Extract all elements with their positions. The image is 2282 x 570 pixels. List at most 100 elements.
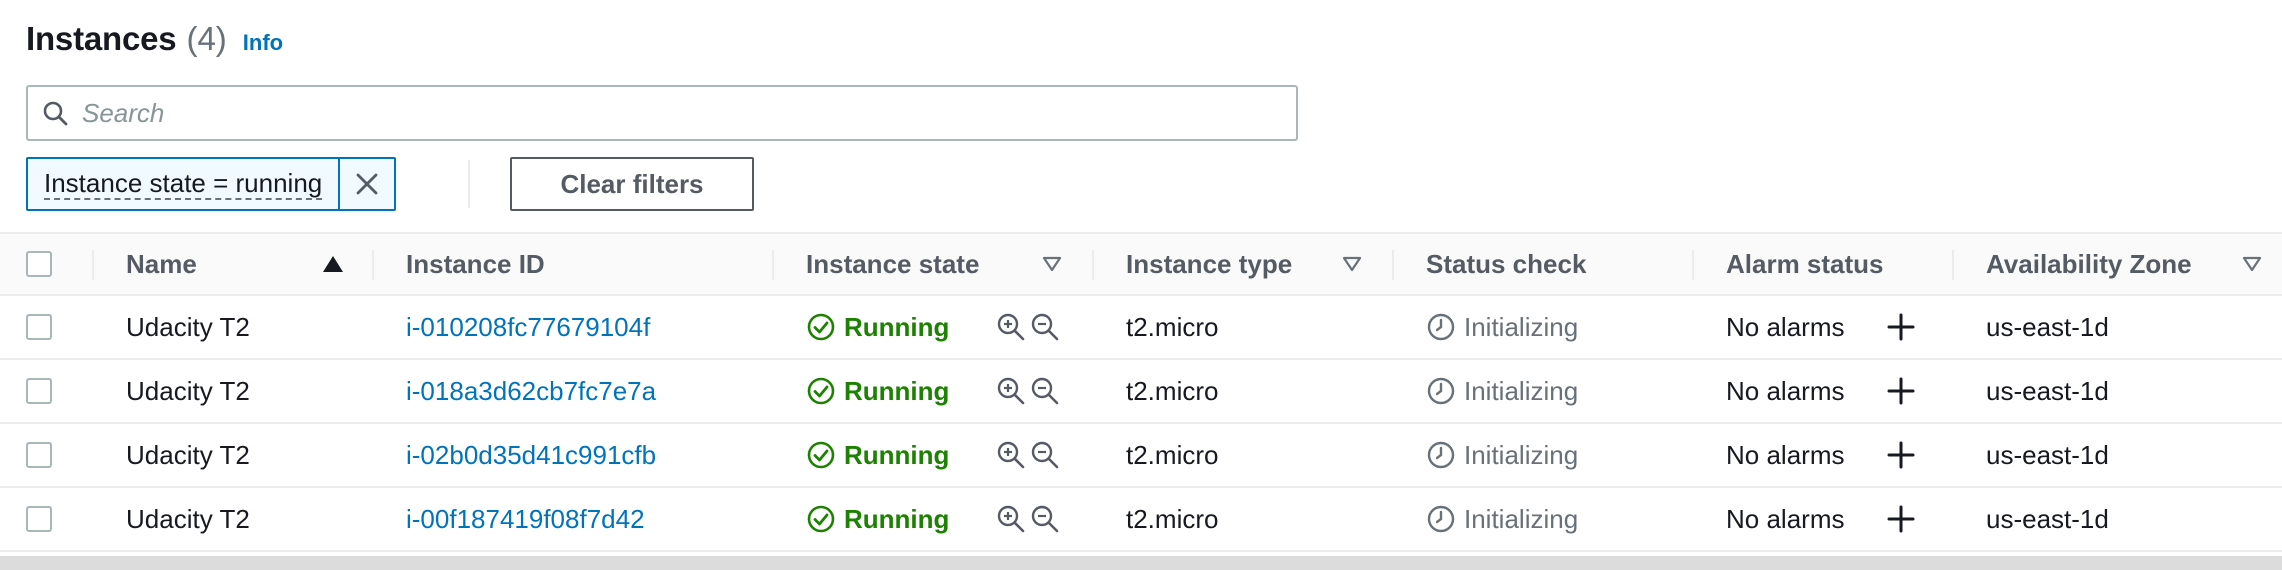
table-row[interactable]: Udacity T2 i-010208fc77679104f Running t… [0, 296, 2282, 360]
select-all-checkbox[interactable] [26, 251, 52, 277]
instance-name: Udacity T2 [126, 375, 250, 406]
search-box[interactable] [26, 85, 1298, 141]
instance-state: Running [806, 296, 949, 358]
clock-icon [1427, 441, 1455, 469]
column-separator [372, 250, 374, 280]
table-row[interactable]: Udacity T2 i-00f187419f08f7d42 Running t… [0, 488, 2282, 552]
status-check: Initializing [1426, 488, 1578, 550]
instance-id-link[interactable]: i-010208fc77679104f [406, 296, 650, 358]
column-separator [1392, 250, 1394, 280]
panel-header: Instances (4) Info [26, 20, 283, 68]
check-circle-icon [807, 377, 835, 405]
clear-filters-button[interactable]: Clear filters [510, 157, 754, 211]
state-zoom-controls [996, 424, 1060, 486]
instance-name: Udacity T2 [126, 311, 250, 342]
alarm-status: No alarms [1726, 439, 1845, 470]
remove-filter-button[interactable] [338, 159, 394, 209]
caret-down-icon[interactable] [1342, 234, 1362, 294]
filter-token: Instance state = running [26, 157, 397, 211]
close-icon [356, 173, 378, 195]
instance-id-link[interactable]: i-018a3d62cb7fc7e7a [406, 360, 656, 422]
filter-token-label[interactable]: Instance state = running [28, 159, 338, 209]
instance-state-label: Running [844, 503, 950, 534]
search-input[interactable] [80, 87, 1296, 139]
instance-type: t2.micro [1126, 439, 1219, 470]
table-row[interactable]: Udacity T2 i-02b0d35d41c991cfb Running t… [0, 424, 2282, 488]
table-row[interactable]: Udacity T2 i-018a3d62cb7fc7e7a Running t… [0, 360, 2282, 424]
status-check-label: Initializing [1464, 503, 1579, 534]
instance-type: t2.micro [1126, 503, 1219, 534]
status-check-label: Initializing [1464, 375, 1579, 406]
alarm-status: No alarms [1726, 503, 1845, 534]
column-header-name[interactable]: Name [126, 234, 197, 294]
zoom-out-icon[interactable] [1030, 440, 1060, 470]
horizontal-scrollbar[interactable] [0, 556, 2282, 570]
page-title: Instances [26, 20, 177, 57]
instance-state: Running [806, 488, 949, 550]
search-icon [43, 101, 68, 126]
row-select-cell [26, 360, 52, 422]
zoom-in-icon[interactable] [996, 376, 1026, 406]
instance-name: Udacity T2 [126, 439, 250, 470]
alarm-status: No alarms [1726, 311, 1845, 342]
zoom-out-icon[interactable] [1030, 312, 1060, 342]
zoom-out-icon[interactable] [1030, 376, 1060, 406]
row-checkbox[interactable] [26, 314, 52, 340]
column-header-alarm-status[interactable]: Alarm status [1726, 234, 1884, 294]
add-alarm-button[interactable] [1886, 296, 1916, 358]
row-checkbox[interactable] [26, 506, 52, 532]
plus-icon [1887, 441, 1915, 469]
availability-zone: us-east-1d [1986, 375, 2109, 406]
status-check: Initializing [1426, 296, 1578, 358]
column-header-availability-zone[interactable]: Availability Zone [1986, 234, 2192, 294]
sort-ascending-icon[interactable] [322, 234, 344, 294]
zoom-in-icon[interactable] [996, 312, 1026, 342]
instance-name: Udacity T2 [126, 503, 250, 534]
column-header-status-check[interactable]: Status check [1426, 234, 1586, 294]
row-select-cell [26, 424, 52, 486]
caret-down-icon[interactable] [2242, 234, 2262, 294]
table-body: Udacity T2 i-010208fc77679104f Running t… [0, 296, 2282, 552]
state-zoom-controls [996, 296, 1060, 358]
add-alarm-button[interactable] [1886, 360, 1916, 422]
instance-count: (4) [186, 20, 227, 57]
instance-state-label: Running [844, 311, 950, 342]
instance-id-link[interactable]: i-02b0d35d41c991cfb [406, 424, 656, 486]
column-separator [772, 250, 774, 280]
column-header-instance-state[interactable]: Instance state [806, 234, 979, 294]
caret-down-icon[interactable] [1042, 234, 1062, 294]
check-circle-icon [807, 441, 835, 469]
row-select-cell [26, 296, 52, 358]
state-zoom-controls [996, 360, 1060, 422]
check-circle-icon [807, 313, 835, 341]
zoom-out-icon[interactable] [1030, 504, 1060, 534]
status-check: Initializing [1426, 360, 1578, 422]
row-checkbox[interactable] [26, 442, 52, 468]
clock-icon [1427, 377, 1455, 405]
instance-state-label: Running [844, 375, 950, 406]
check-circle-icon [807, 505, 835, 533]
table-header: Name Instance ID Instance state Instance… [0, 232, 2282, 296]
add-alarm-button[interactable] [1886, 488, 1916, 550]
select-all-cell [26, 234, 52, 294]
clock-icon [1427, 505, 1455, 533]
instances-table: Name Instance ID Instance state Instance… [0, 232, 2282, 552]
filter-divider [468, 160, 470, 208]
column-separator [1952, 250, 1954, 280]
column-header-instance-type[interactable]: Instance type [1126, 234, 1292, 294]
info-link[interactable]: Info [243, 30, 283, 56]
row-checkbox[interactable] [26, 378, 52, 404]
availability-zone: us-east-1d [1986, 503, 2109, 534]
add-alarm-button[interactable] [1886, 424, 1916, 486]
zoom-in-icon[interactable] [996, 504, 1026, 534]
instance-id-link[interactable]: i-00f187419f08f7d42 [406, 488, 645, 550]
availability-zone: us-east-1d [1986, 311, 2109, 342]
state-zoom-controls [996, 488, 1060, 550]
column-separator [1092, 250, 1094, 280]
availability-zone: us-east-1d [1986, 439, 2109, 470]
column-header-instance-id[interactable]: Instance ID [406, 234, 545, 294]
plus-icon [1887, 313, 1915, 341]
status-check: Initializing [1426, 424, 1578, 486]
alarm-status: No alarms [1726, 375, 1845, 406]
zoom-in-icon[interactable] [996, 440, 1026, 470]
